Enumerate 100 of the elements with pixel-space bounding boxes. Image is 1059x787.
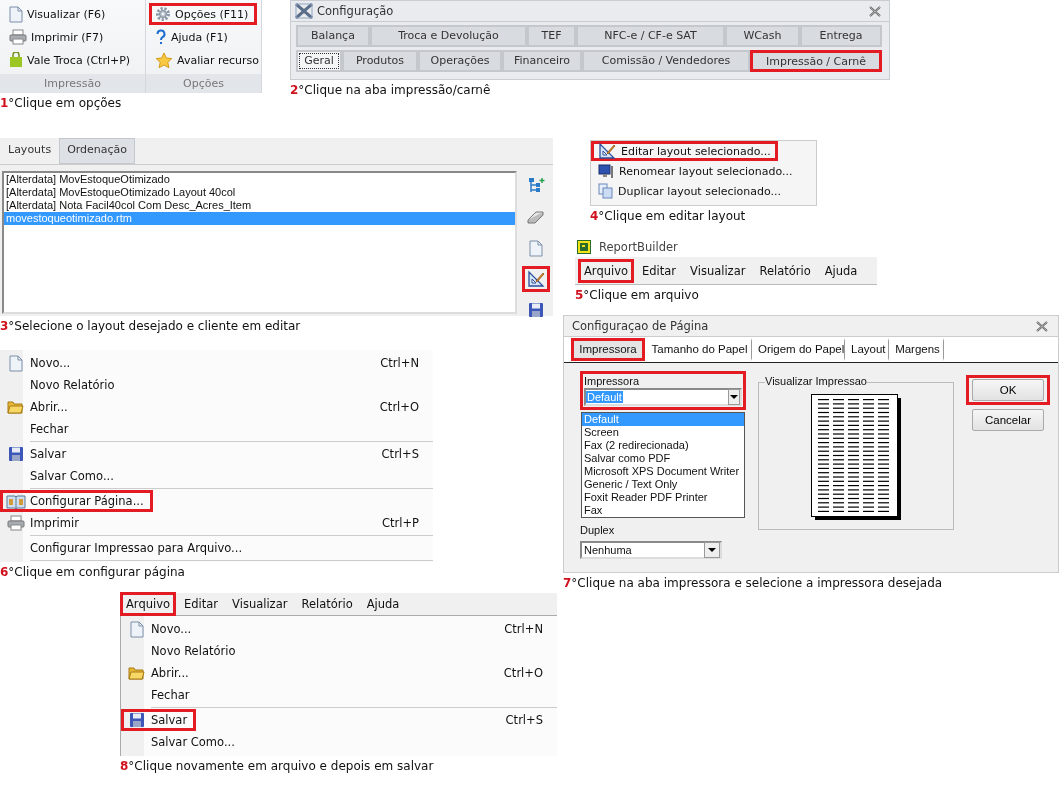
menu-item[interactable]: Duplicar layout selecionado... (591, 181, 789, 201)
menu-item[interactable]: Configurar Página... (30, 494, 144, 508)
tab[interactable]: Layouts (0, 138, 60, 164)
help-icon (155, 29, 167, 45)
ribbon-button[interactable]: Avaliar recurso (149, 49, 257, 71)
monitor-icon (598, 163, 614, 179)
dropdown-option[interactable]: Screen (582, 426, 744, 439)
ribbon-button-label: Vale Troca (Ctrl+P) (27, 53, 131, 67)
open-book-icon (5, 493, 26, 509)
ribbon-button[interactable]: Imprimir (F7) (3, 26, 141, 48)
list-item[interactable]: [Alterdata] MovEstoqueOtimizado Layout 40col (4, 186, 515, 199)
close-icon[interactable] (1036, 320, 1048, 332)
close-icon[interactable] (869, 5, 881, 17)
dropdown-option[interactable]: Fax (582, 504, 744, 517)
menu-item[interactable]: Novo... (30, 356, 71, 370)
ribbon-group-label: Opções (146, 74, 261, 93)
tab[interactable]: TEF (527, 25, 576, 47)
document-icon (529, 239, 543, 257)
shortcut-label: Ctrl+O (503, 666, 543, 680)
menu-item[interactable]: Salvar (151, 713, 188, 727)
tab[interactable]: NFC-e / CF-e SAT (576, 25, 725, 47)
dropdown-value: Nenhuma (583, 544, 633, 556)
tab[interactable]: Impressão / Carnê (750, 50, 882, 72)
shortcut-label: Ctrl+N (380, 356, 419, 370)
menu-item[interactable]: Configurar Impressao para Arquivo... (30, 541, 243, 555)
dropdown-option[interactable]: Microsoft XPS Document Writer (582, 465, 744, 478)
dropdown-option[interactable]: Foxit Reader PDF Printer (582, 491, 744, 504)
ribbon-button[interactable]: Vale Troca (Ctrl+P) (3, 49, 141, 71)
save-icon (128, 712, 145, 728)
tab[interactable]: Ordenação (59, 138, 136, 164)
tab[interactable]: Geral (296, 50, 342, 72)
app-logo-icon (295, 3, 313, 19)
menu-bar-item[interactable]: Editar (636, 258, 683, 283)
duplex-dropdown[interactable]: Nenhuma (580, 541, 722, 559)
step-caption: 8°Clique novamente em arquivo e depois em salvar (120, 759, 435, 773)
menu-item[interactable]: Fechar (151, 688, 190, 702)
list-item[interactable]: [Alterdata] MovEstoqueOtimizado (4, 173, 515, 186)
menu-item[interactable]: Imprimir (30, 516, 79, 530)
window-title: ReportBuilder (599, 240, 678, 254)
tab[interactable]: Impressora (571, 338, 645, 361)
r-logo-icon (577, 240, 591, 254)
menu-item[interactable]: Salvar Como... (151, 735, 235, 749)
list-item[interactable]: [Alterdata] Nota Facil40col Com Desc_Acres_Item (4, 199, 515, 212)
settings-icon (155, 6, 171, 22)
menu-bar-item[interactable]: Arquivo (578, 258, 635, 283)
tab[interactable]: Tamanho do Papel (645, 338, 752, 361)
tab[interactable]: WCash (725, 25, 800, 47)
dropdown-option[interactable]: Fax (2 redirecionada) (582, 439, 744, 452)
tab[interactable]: Produtos (342, 50, 418, 72)
folder-icon (7, 400, 24, 414)
ribbon-button[interactable]: Visualizar (F6) (3, 3, 141, 25)
printer-icon (6, 515, 25, 531)
tab[interactable]: Layout (845, 338, 889, 361)
dropdown-arrow-icon (729, 395, 738, 399)
menu-item[interactable]: Salvar (30, 447, 67, 461)
step-caption: 1°Clique em opções (0, 96, 123, 110)
menu-item-label: Editar layout selecionado... (621, 144, 771, 158)
dropdown-option[interactable]: Salvar como PDF (582, 452, 744, 465)
menu-bar-item[interactable]: Editar (178, 592, 225, 616)
menu-item[interactable]: Novo Relatório (151, 644, 236, 658)
shortcut-label: Ctrl+N (504, 622, 543, 636)
menu-item[interactable]: Renomear layout selecionado... (591, 161, 800, 181)
ribbon-group-label: Impressão (0, 74, 145, 93)
step-caption: 5°Clique em arquivo (575, 288, 700, 302)
menu-bar-item[interactable]: Visualizar (684, 258, 752, 283)
tab[interactable]: Balança (296, 25, 370, 47)
menu-bar-item[interactable]: Relatório (753, 258, 817, 283)
menu-item[interactable]: Fechar (30, 422, 69, 436)
menu-bar-item[interactable]: Ajuda (360, 592, 406, 616)
menu-item[interactable]: Editar layout selecionado... (591, 141, 778, 161)
menu-item[interactable]: Abrir... (30, 400, 68, 414)
tab[interactable]: Margens (889, 338, 944, 361)
ribbon-button-label: Visualizar (F6) (27, 7, 106, 21)
dialog-button[interactable]: OK (972, 379, 1044, 401)
tab[interactable]: Origem do Papel (752, 338, 845, 361)
dropdown-arrow-icon (708, 548, 716, 552)
ribbon-button[interactable]: Ajuda (F1) (149, 26, 257, 48)
toolbar-button[interactable] (522, 266, 550, 292)
printer-icon (9, 29, 27, 45)
ribbon-button-label: Avaliar recurso (177, 53, 260, 67)
menu-bar-item[interactable]: Visualizar (226, 592, 294, 616)
menu-bar-item[interactable]: Arquivo (120, 592, 177, 616)
ribbon-button[interactable]: Opções (F11) (149, 3, 257, 25)
eraser-icon (527, 210, 545, 224)
dropdown-option[interactable]: Generic / Text Only (582, 478, 744, 491)
tab[interactable]: Financeiro (502, 50, 582, 72)
shortcut-label: Ctrl+P (381, 516, 419, 530)
document-icon (9, 5, 23, 23)
menu-item[interactable]: Novo Relatório (30, 378, 115, 392)
menu-item[interactable]: Salvar Como... (30, 469, 114, 483)
tab[interactable]: Troca e Devolução (370, 25, 527, 47)
dialog-button[interactable]: Cancelar (972, 409, 1044, 431)
tab[interactable]: Entrega (800, 25, 882, 47)
dropdown-value: Default (586, 391, 623, 403)
tab[interactable]: Operações (418, 50, 502, 72)
menu-bar-item[interactable]: Relatório (295, 592, 359, 616)
menu-item[interactable]: Abrir... (151, 666, 189, 680)
menu-bar-item[interactable]: Ajuda (818, 258, 864, 283)
tab[interactable]: Comissão / Vendedores (582, 50, 750, 72)
menu-item[interactable]: Novo... (151, 622, 192, 636)
